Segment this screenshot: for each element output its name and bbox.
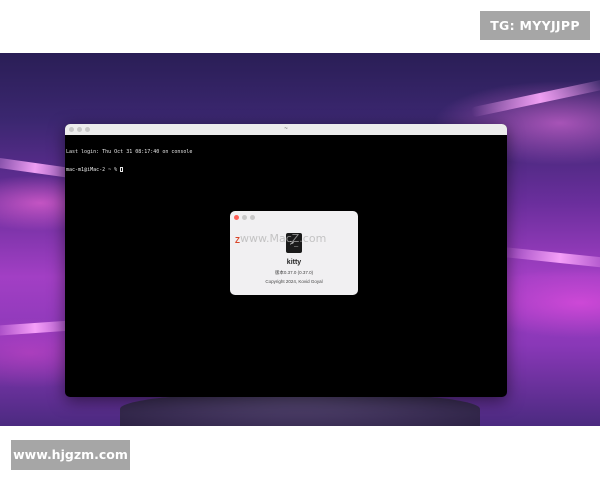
terminal-title: ~	[284, 126, 288, 132]
dialog-minimize-button[interactable]	[242, 215, 247, 220]
terminal-line: Last login: Thu Oct 31 08:17:40 on conso…	[66, 149, 193, 155]
app-copyright: Copyright 2024, Kovid Goyal	[265, 279, 323, 284]
watermark-top-badge: TG: MYYJJPP	[480, 11, 590, 40]
app-name: kitty	[286, 259, 302, 266]
wallpaper-streak	[470, 78, 600, 118]
about-kitty-dialog: Z >_ www.MacZ.com kitty 版本0.37.0 (0.37.0…	[230, 211, 358, 295]
watermark-text: www.MacZ.com	[240, 232, 327, 245]
dialog-close-button[interactable]	[234, 215, 239, 220]
watermark-bottom-badge: www.hjgzm.com	[11, 440, 130, 470]
cursor-icon	[120, 167, 124, 172]
wallpaper-rocks	[120, 393, 480, 426]
dialog-zoom-button[interactable]	[250, 215, 255, 220]
app-version: 版本0.37.0 (0.37.0)	[274, 270, 314, 275]
terminal-prompt: mac-m1@iMac-2 ~ %	[66, 167, 121, 173]
terminal-titlebar[interactable]: ~	[65, 124, 507, 135]
wallpaper-streak	[499, 246, 600, 270]
terminal-prompt-line: mac-m1@iMac-2 ~ %	[66, 167, 507, 173]
terminal-output[interactable]: Last login: Thu Oct 31 08:17:40 on conso…	[65, 135, 507, 185]
